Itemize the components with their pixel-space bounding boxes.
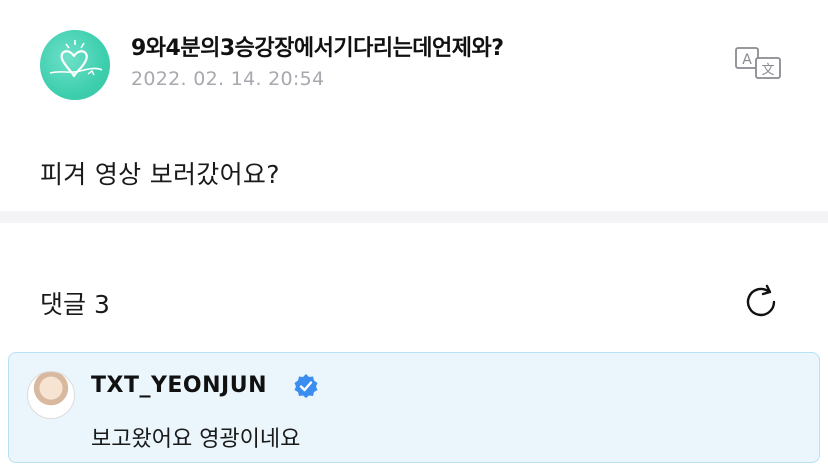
post-header: 9와4분의3승강장에서기다리는데언제와? 2022. 02. 14. 20:54… — [0, 0, 828, 120]
comments-count-title: 댓글 3 — [40, 290, 110, 319]
refresh-button[interactable] — [741, 282, 781, 322]
section-divider — [0, 211, 828, 223]
verified-badge-icon — [293, 373, 319, 399]
post-body-text: 피겨 영상 보러갔어요? — [40, 160, 280, 189]
comment-author-avatar[interactable] — [27, 371, 75, 419]
comment-card: TXT_YEONJUN 보고왔어요 영광이네요 — [8, 352, 820, 463]
comment-author-name[interactable]: TXT_YEONJUN — [91, 373, 267, 398]
translate-button[interactable]: A 文 — [733, 45, 787, 81]
refresh-icon — [746, 284, 776, 317]
post-date: 2022. 02. 14. 20:54 — [131, 68, 325, 90]
comment-text: 보고왔어요 영광이네요 — [91, 427, 301, 452]
svg-text:A: A — [742, 52, 752, 68]
translate-icon: A 文 — [735, 47, 781, 79]
heart-doodle-icon — [49, 40, 103, 78]
post-author-name[interactable]: 9와4분의3승강장에서기다리는데언제와? — [131, 30, 504, 62]
svg-text:文: 文 — [761, 63, 774, 78]
author-avatar[interactable] — [40, 30, 110, 100]
